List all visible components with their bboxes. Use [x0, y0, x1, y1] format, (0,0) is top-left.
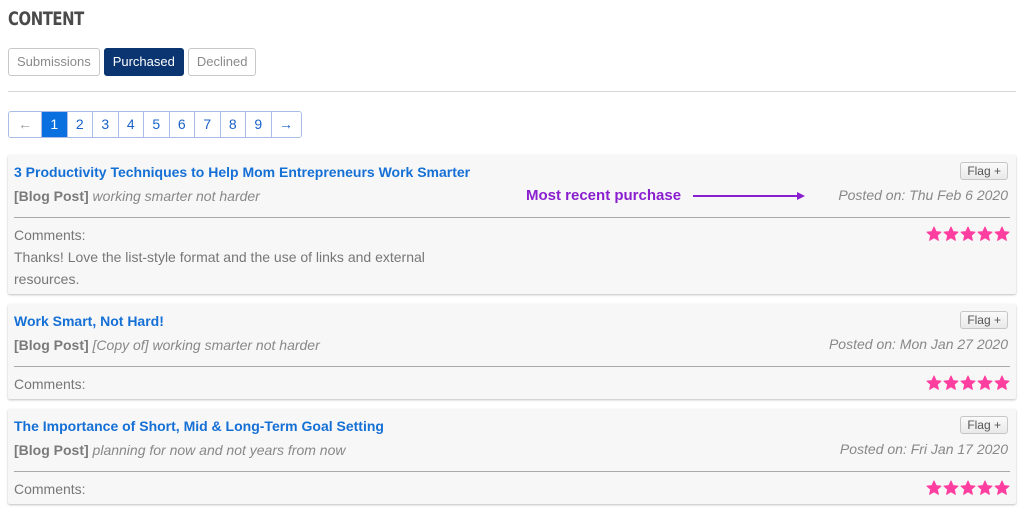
star-icon	[977, 480, 993, 495]
tab-purchased[interactable]: Purchased	[103, 48, 184, 76]
page-9-button[interactable]: 9	[245, 112, 271, 137]
star-icon	[960, 226, 976, 241]
card-divider	[14, 217, 1010, 218]
page-6-button[interactable]: 6	[168, 112, 194, 137]
star-icon	[926, 480, 942, 495]
next-page-button[interactable]: →	[270, 112, 301, 137]
page-title: CONTENT	[8, 8, 84, 30]
content-type: [Blog Post]	[14, 188, 89, 204]
arrow-right-icon	[693, 191, 806, 200]
content-tagline: working smarter not harder	[92, 188, 260, 204]
most-recent-annotation: Most recent purchase	[526, 187, 806, 204]
page-5-button[interactable]: 5	[143, 112, 169, 137]
star-rating	[926, 375, 1010, 391]
star-icon	[960, 480, 976, 495]
content-title-link[interactable]: 3 Productivity Techniques to Help Mom En…	[14, 164, 470, 180]
star-icon	[960, 375, 976, 390]
page-1-button[interactable]: 1	[41, 112, 67, 137]
content-card: 3 Productivity Techniques to Help Mom En…	[8, 155, 1016, 294]
prev-page-button[interactable]: ←	[9, 112, 41, 137]
star-icon	[977, 375, 993, 390]
page-4-button[interactable]: 4	[117, 112, 143, 137]
star-rating	[926, 226, 1010, 242]
flag-button[interactable]: Flag +	[960, 311, 1008, 329]
content-card: The Importance of Short, Mid & Long-Term…	[8, 409, 1016, 504]
purchased-content-list: 3 Productivity Techniques to Help Mom En…	[8, 155, 1016, 514]
flag-button[interactable]: Flag +	[960, 416, 1008, 434]
tab-submissions[interactable]: Submissions	[8, 48, 100, 76]
page-2-button[interactable]: 2	[66, 112, 92, 137]
annotation-text: Most recent purchase	[526, 187, 682, 204]
comments-label: Comments:	[14, 481, 86, 497]
posted-date: Posted on: Fri Jan 17 2020	[839, 441, 1008, 457]
content-tagline: [Copy of] working smarter not harder	[92, 337, 320, 353]
star-icon	[994, 226, 1010, 241]
content-title-link[interactable]: The Importance of Short, Mid & Long-Term…	[14, 418, 384, 434]
comments-label: Comments:	[14, 227, 86, 243]
star-icon	[943, 480, 959, 495]
tab-declined[interactable]: Declined	[187, 48, 257, 76]
content-tagline: planning for now and not years from now	[92, 442, 346, 458]
page-3-button[interactable]: 3	[92, 112, 118, 137]
star-icon	[943, 226, 959, 241]
star-icon	[926, 375, 942, 390]
star-icon	[994, 480, 1010, 495]
posted-date: Posted on: Mon Jan 27 2020	[828, 336, 1008, 352]
comments-label: Comments:	[14, 376, 86, 392]
page-7-button[interactable]: 7	[194, 112, 220, 137]
pagination: ← 1 2 3 4 5 6 7 8 9 →	[8, 111, 302, 138]
header-divider	[8, 91, 1016, 92]
content-card: Work Smart, Not Hard! [Blog Post] [Copy …	[8, 304, 1016, 399]
star-rating	[926, 480, 1010, 496]
star-icon	[994, 375, 1010, 390]
posted-date: Posted on: Thu Feb 6 2020	[838, 187, 1008, 203]
content-tabs: Submissions Purchased Declined	[8, 48, 257, 76]
flag-button[interactable]: Flag +	[960, 162, 1008, 180]
card-divider	[14, 471, 1010, 472]
page-8-button[interactable]: 8	[219, 112, 245, 137]
comments-section: Comments:	[14, 478, 1010, 500]
star-icon	[977, 226, 993, 241]
card-divider	[14, 366, 1010, 367]
comments-section: Comments: Thanks! Love the list-style fo…	[14, 224, 1010, 290]
star-icon	[943, 375, 959, 390]
content-title-link[interactable]: Work Smart, Not Hard!	[14, 313, 164, 329]
content-type: [Blog Post]	[14, 337, 89, 353]
star-icon	[926, 226, 942, 241]
comment-text: Thanks! Love the list-style format and t…	[14, 249, 425, 287]
content-type: [Blog Post]	[14, 442, 89, 458]
comments-section: Comments:	[14, 373, 1010, 395]
